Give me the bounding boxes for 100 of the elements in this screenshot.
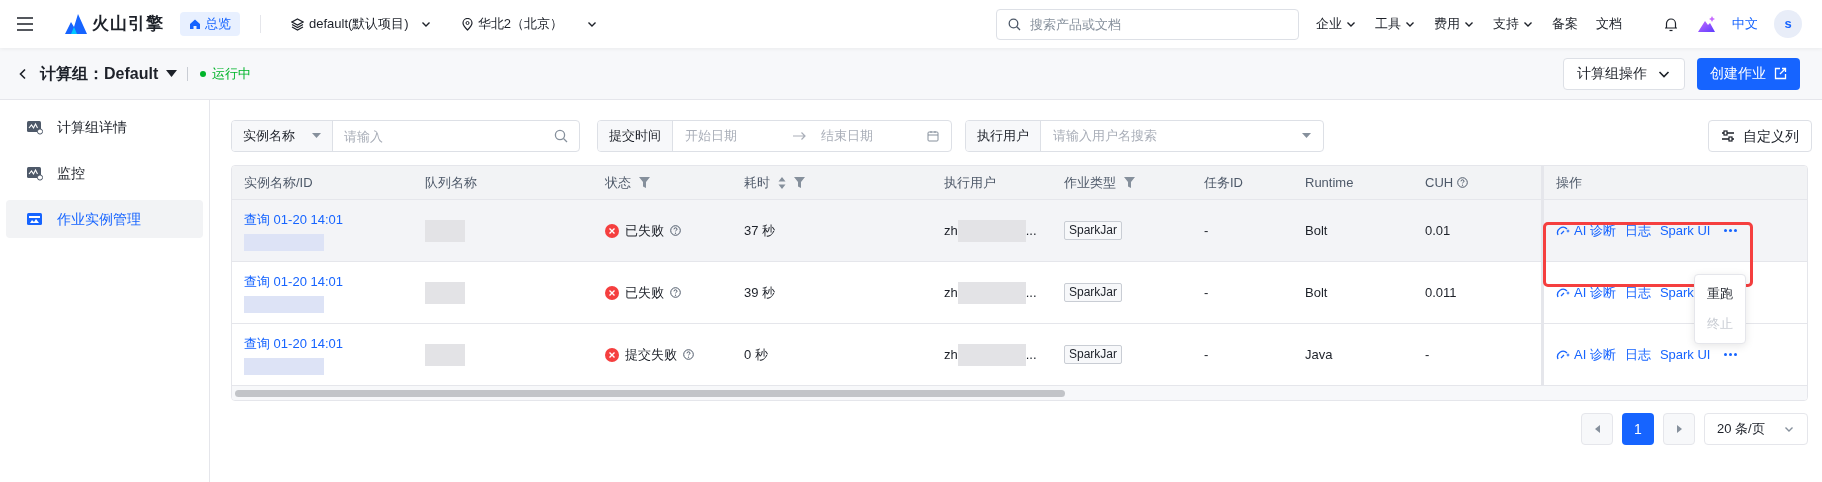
search-icon xyxy=(1008,17,1021,31)
nav-menu-item[interactable]: 工具 xyxy=(1375,14,1416,34)
region-selector[interactable]: 华北2（北京） xyxy=(461,14,598,34)
action-link[interactable]: AI 诊断 xyxy=(1556,344,1616,365)
table-cell-text: Bolt xyxy=(1305,283,1328,302)
gauge-sparkle-icon xyxy=(1556,348,1570,361)
nav-menu-item[interactable]: 文档 xyxy=(1596,14,1622,34)
page-title: 计算组：Default xyxy=(40,63,159,84)
window-image-icon xyxy=(26,211,43,227)
action-link[interactable]: AI 诊断 xyxy=(1556,220,1616,241)
help-icon xyxy=(683,349,694,360)
chart-window-icon xyxy=(26,165,43,181)
action-link[interactable]: Spark UI xyxy=(1659,344,1711,365)
action-link[interactable]: 日志 xyxy=(1624,344,1651,365)
column-header: Runtime xyxy=(1305,173,1354,192)
nav-menu-item[interactable]: 支持 xyxy=(1493,14,1534,34)
user-avatar[interactable]: s xyxy=(1774,10,1802,38)
ai-mountain-icon xyxy=(1698,16,1716,32)
caret-down-icon xyxy=(312,133,321,139)
job-type-tag: SparkJar xyxy=(1064,345,1123,364)
instance-link[interactable]: 查询 01-20 14:01 xyxy=(244,333,343,354)
filter-icon xyxy=(1124,177,1135,188)
table-cell-text: - xyxy=(1204,221,1209,240)
project-selector[interactable]: default(默认项目) xyxy=(291,14,432,34)
job-type-tag: SparkJar xyxy=(1064,221,1123,240)
scrollbar-thumb[interactable] xyxy=(235,389,1065,397)
page-number-button[interactable]: 1 xyxy=(1622,413,1654,445)
sidebar-item[interactable]: 监控 xyxy=(6,154,203,192)
table-cell-text: zh xyxy=(944,283,958,302)
status-text: 已失败 xyxy=(625,283,664,302)
column-header: 任务ID xyxy=(1204,173,1243,192)
instance-filter-field[interactable]: 实例名称 请输入 xyxy=(231,120,580,152)
redacted-block xyxy=(425,343,465,366)
action-link[interactable]: AI 诊断 xyxy=(1556,282,1616,303)
table-cell-text: ... xyxy=(1025,345,1037,364)
bell-icon xyxy=(1664,16,1678,32)
search-icon xyxy=(554,129,568,143)
location-pin-icon xyxy=(461,17,473,31)
caret-right-icon xyxy=(1676,425,1682,433)
status-text: 已失败 xyxy=(625,221,664,240)
table-cell-text: 39 秒 xyxy=(744,283,776,302)
column-header: 执行用户 xyxy=(944,173,996,192)
column-header: 耗时 xyxy=(744,173,770,192)
job-type-tag: SparkJar xyxy=(1064,283,1123,302)
back-button[interactable] xyxy=(18,67,28,80)
sliders-icon xyxy=(1721,130,1735,142)
sort-icon xyxy=(778,176,786,189)
column-header: 操作 xyxy=(1556,173,1582,192)
nav-menu-item[interactable]: 备案 xyxy=(1552,14,1578,34)
menu-item[interactable]: 重跑 xyxy=(1707,279,1733,309)
sidebar-item[interactable]: 作业实例管理 xyxy=(6,200,203,238)
action-link[interactable]: Spark xyxy=(1659,282,1694,303)
help-icon xyxy=(1457,177,1469,188)
menu-icon xyxy=(16,16,34,32)
action-link[interactable]: Spark UI xyxy=(1659,220,1711,241)
mountain-logo-icon xyxy=(65,14,87,34)
table-cell-text: zh xyxy=(944,221,958,240)
table-cell-text: 0.01 xyxy=(1425,221,1451,240)
action-link[interactable]: 日志 xyxy=(1624,282,1651,303)
chart-window-icon xyxy=(26,119,43,135)
page-size-select[interactable]: 20 条/页 xyxy=(1704,413,1808,445)
status-text: 提交失败 xyxy=(625,345,677,364)
error-icon xyxy=(605,285,619,300)
nav-menu-item[interactable]: 费用 xyxy=(1434,14,1475,34)
ellipsis-icon xyxy=(1724,229,1738,232)
group-actions-button[interactable]: 计算组操作 xyxy=(1563,57,1685,90)
table-cell-text: 37 秒 xyxy=(744,221,776,240)
table-cell-text: ... xyxy=(1025,221,1037,240)
sidebar-item[interactable]: 计算组详情 xyxy=(6,108,203,146)
language-link[interactable]: 中文 xyxy=(1732,14,1758,34)
column-header: 作业类型 xyxy=(1064,173,1116,192)
table-cell-text: 0.011 xyxy=(1425,283,1457,302)
instance-link[interactable]: 查询 01-20 14:01 xyxy=(244,209,343,230)
nav-menu-item[interactable]: 企业 xyxy=(1316,14,1357,34)
table-cell-text: - xyxy=(1204,283,1209,302)
action-link[interactable]: 日志 xyxy=(1624,220,1651,241)
instance-link[interactable]: 查询 01-20 14:01 xyxy=(244,271,343,292)
input-field[interactable]: 请输入 xyxy=(333,121,554,151)
table-cell-text: 0 秒 xyxy=(744,345,768,364)
column-header: 状态 xyxy=(605,173,631,192)
column-header: 队列名称 xyxy=(425,173,477,192)
redacted-block xyxy=(957,343,1026,366)
error-icon xyxy=(605,223,619,238)
status-dot-icon xyxy=(200,70,207,77)
field-selector[interactable]: 实例名称 xyxy=(232,121,333,151)
caret-left-icon xyxy=(1594,425,1600,433)
layers-icon xyxy=(291,17,304,31)
create-job-button[interactable]: 创建作业 xyxy=(1697,57,1800,90)
filter-icon xyxy=(639,177,650,188)
column-header: CUH xyxy=(1425,173,1454,192)
filter-icon xyxy=(794,177,805,188)
ellipsis-icon xyxy=(1724,353,1738,356)
overview-button[interactable]: 总览 xyxy=(180,12,240,36)
table-cell-text: - xyxy=(1425,345,1430,364)
title-dropdown[interactable] xyxy=(166,69,178,78)
gauge-sparkle-icon xyxy=(1556,224,1570,237)
customize-columns-button[interactable]: 自定义列 xyxy=(1708,120,1812,152)
search-field[interactable]: 搜索产品或文档 xyxy=(996,8,1299,40)
caret-down-icon xyxy=(166,69,178,78)
table-cell-text: - xyxy=(1204,345,1209,364)
